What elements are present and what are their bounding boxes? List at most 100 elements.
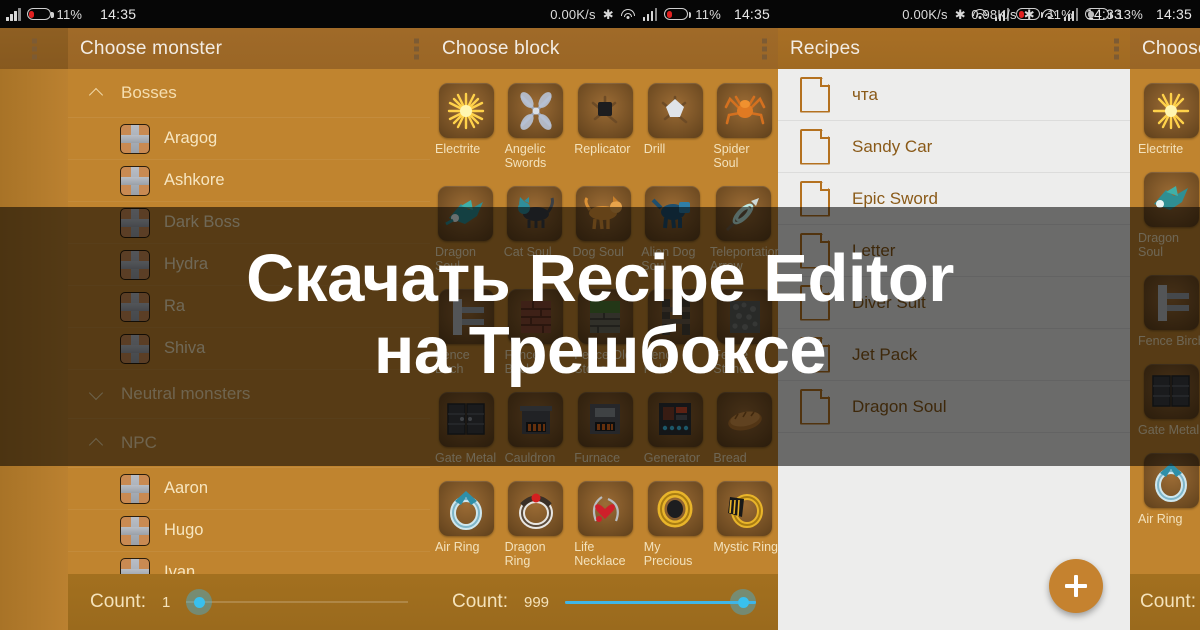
list-item[interactable]: Ashkore [68,160,430,202]
block-item[interactable]: Gate Metal [1136,364,1200,437]
my-precious-icon [647,481,703,536]
block-item[interactable]: Drill [642,83,709,170]
left-edge-body [0,69,68,630]
overflow-menu-icon[interactable] [32,38,37,59]
block-grid-partial[interactable]: Electrite Dragon Soul Fence Birch Gate M… [1130,69,1200,630]
block-item[interactable]: Generator [642,392,709,465]
drill-icon [647,83,703,138]
dragon-soul-icon [1143,172,1199,227]
angelic-swords-icon [508,83,564,138]
alien-dog-soul-icon [644,186,700,241]
group-header-neutral-monsters[interactable]: Neutral monsters [68,370,430,419]
block-item[interactable]: Gate Metal [433,392,500,465]
recipe-name: Dragon Soul [852,396,947,416]
group-header-bosses[interactable]: Bosses [68,69,430,118]
list-item[interactable]: Epic Sword [778,173,1130,225]
list-item[interactable]: Hydra [68,244,430,286]
panel-recipes: Recipes чта Sandy Car Epic Sword Letter [778,28,1130,630]
recipe-name: чта [852,84,878,104]
block-item[interactable]: Fence Birch [1136,275,1200,348]
block-item[interactable]: Fence Brick [503,289,570,376]
count-slider[interactable] [565,587,756,617]
list-item[interactable]: Ra [68,286,430,328]
count-slider[interactable] [186,587,408,617]
block-item[interactable]: Replicator [572,83,639,170]
block-name: Life Necklace [574,540,626,568]
overflow-menu-icon[interactable] [762,38,767,59]
add-recipe-fab[interactable] [1049,559,1103,613]
dragon-soul-icon [438,186,494,241]
block-grid[interactable]: Electrite Angelic Swords Replicator Dril… [430,69,778,630]
list-item[interactable]: Aragog [68,118,430,160]
list-item[interactable]: Letter [778,225,1130,277]
list-item[interactable]: Diver Suit [778,277,1130,329]
block-name: Generator [643,451,701,465]
appbar-choose-block-partial: Choose [1130,28,1200,69]
list-item[interactable]: Hugo [68,510,430,552]
overflow-menu-icon[interactable] [1114,38,1119,59]
block-item[interactable]: Air Ring [1136,453,1200,526]
air-ring-icon [438,481,494,536]
block-item[interactable]: Cauldron [503,392,570,465]
block-item[interactable]: Alien Dog Soul [639,186,705,273]
spider-soul-icon [717,83,773,138]
block-item[interactable]: Cat Soul [502,186,568,273]
left-edge-appbar [0,28,68,69]
chevron-up-icon [90,87,103,100]
block-item[interactable]: Dog Soul [571,186,637,273]
battery-percent: 11% [56,6,83,22]
block-item[interactable]: My Precious [642,481,709,568]
block-item[interactable]: Dragon Soul [1136,172,1200,259]
block-item[interactable]: Life Necklace [572,481,639,568]
block-item[interactable]: Electrite [1136,83,1200,156]
block-item[interactable]: Bread [711,392,778,465]
monster-icon [120,123,150,154]
block-item[interactable]: Teleportation Arrow [708,186,778,273]
block-name: Cauldron [504,451,556,465]
list-item[interactable]: Dragon Soul [778,381,1130,433]
slider-track [186,601,408,603]
list-item[interactable]: Dark Boss [68,202,430,244]
monster-list[interactable]: Bosses Aragog Ashkore Dark Boss Hydra Ra [68,69,430,630]
block-item[interactable]: Furnace [572,392,639,465]
list-item[interactable]: чта [778,69,1130,121]
list-item[interactable]: Jet Pack [778,329,1130,381]
bluetooth-icon: ✱ [602,6,614,22]
block-item[interactable]: Mystic Ring [711,481,778,568]
block-name: Electrite [1138,142,1184,156]
monster-icon [120,515,150,546]
block-item[interactable]: Fence Old Stone [572,289,639,376]
block-item[interactable]: Spider Soul [711,83,778,170]
block-item[interactable]: Air Ring [433,481,500,568]
block-item[interactable]: Electrite [433,83,500,170]
block-name: Air Ring [1138,512,1183,526]
group-label: Bosses [121,83,177,102]
wifi-icon [621,8,636,20]
block-name: Mystic Ring [713,540,778,554]
recipe-list[interactable]: чта Sandy Car Epic Sword Letter Diver Su… [778,69,1130,630]
fence-old-stone-icon [577,289,633,344]
block-item[interactable]: Angelic Swords [503,83,570,170]
list-item[interactable]: Aaron [68,468,430,510]
clock: 14:35 [1155,6,1192,22]
group-header-npc[interactable]: NPC [68,419,430,468]
monster-icon [120,291,150,322]
block-name: Teleportation Arrow [710,245,778,273]
battery-percent: 11% [695,6,721,22]
list-item[interactable]: Sandy Car [778,121,1130,173]
block-item[interactable]: Dragon Soul [433,186,499,273]
block-item[interactable]: Dragon Ring [503,481,570,568]
chevron-down-icon [90,388,103,401]
list-item[interactable]: Shiva [68,328,430,370]
overflow-menu-icon[interactable] [414,38,419,59]
slider-knob[interactable] [730,589,756,615]
slider-knob[interactable] [186,589,213,615]
block-item[interactable]: Fence Stone [711,289,778,376]
page-title: Choose [1142,37,1200,59]
block-name: Gate Metal [1138,423,1200,437]
block-name: Fence Brick [504,348,540,376]
block-row: Air Ring Dragon Ring Life Necklace My Pr… [430,481,778,568]
block-item[interactable]: Fence Birch [433,289,500,376]
block-item[interactable]: Fence Palm [642,289,709,376]
left-edge-panel [0,28,68,630]
